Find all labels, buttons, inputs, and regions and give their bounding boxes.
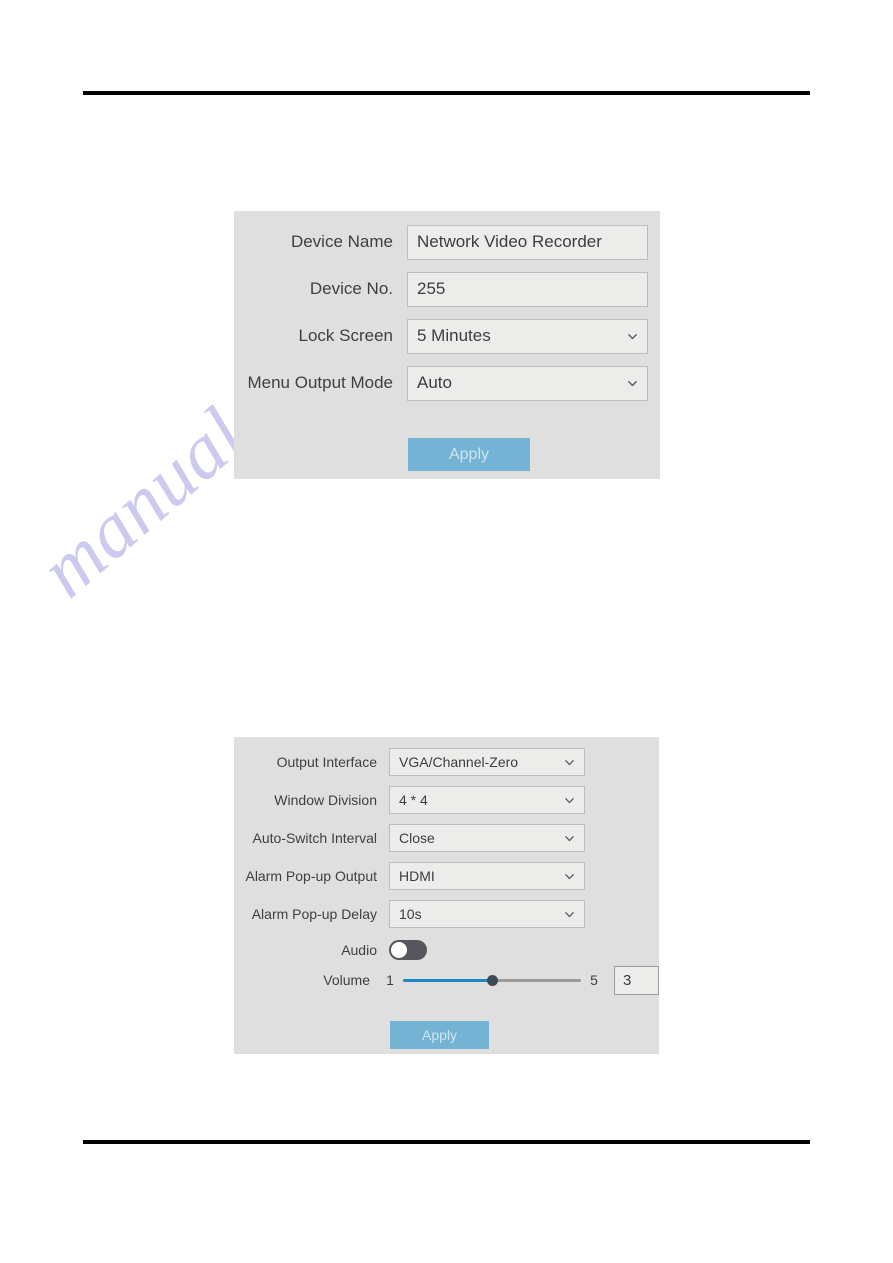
form-row-window-division: Window Division 4 * 4: [234, 781, 659, 819]
volume-slider-thumb[interactable]: [486, 974, 498, 986]
alarm-popup-delay-value: 10s: [399, 906, 422, 922]
form-row-lock-screen: Lock Screen 5 Minutes: [234, 314, 660, 358]
chevron-down-icon: [627, 331, 638, 342]
chevron-down-icon: [564, 795, 575, 806]
device-no-label: Device No.: [309, 279, 393, 298]
lock-screen-select[interactable]: 5 Minutes: [407, 318, 648, 354]
window-division-value: 4 * 4: [399, 792, 428, 808]
form-row-alarm-popup-output: Alarm Pop-up Output HDMI: [234, 857, 659, 895]
chevron-down-icon: [564, 871, 575, 882]
form-row-menu-output-mode: Menu Output Mode Auto: [234, 361, 660, 405]
chevron-down-icon: [564, 909, 575, 920]
lock-screen-value: 5 Minutes: [417, 326, 491, 345]
volume-max-label: 5: [590, 972, 598, 988]
auto-switch-interval-value: Close: [399, 830, 435, 846]
form-row-auto-switch-interval: Auto-Switch Interval Close: [234, 819, 659, 857]
menu-output-mode-value: Auto: [417, 373, 452, 392]
alarm-popup-output-select[interactable]: HDMI: [389, 862, 585, 890]
live-view-apply-button[interactable]: Apply: [390, 1021, 489, 1049]
device-name-label: Device Name: [290, 232, 393, 251]
form-row-output-interface: Output Interface VGA/Channel-Zero: [234, 743, 659, 781]
output-interface-label: Output Interface: [276, 754, 377, 770]
audio-label: Audio: [341, 941, 377, 958]
alarm-popup-output-label: Alarm Pop-up Output: [245, 868, 377, 884]
volume-slider-fill: [403, 978, 492, 982]
volume-min-label: 1: [386, 972, 394, 988]
device-settings-apply-button[interactable]: Apply: [408, 438, 530, 471]
alarm-popup-delay-select[interactable]: 10s: [389, 900, 585, 928]
device-name-input[interactable]: Network Video Recorder: [407, 224, 648, 260]
alarm-popup-output-value: HDMI: [399, 868, 435, 884]
menu-output-mode-select[interactable]: Auto: [407, 365, 648, 401]
output-interface-select[interactable]: VGA/Channel-Zero: [389, 748, 585, 776]
chevron-down-icon: [564, 757, 575, 768]
page-header-rule: [83, 91, 810, 95]
menu-output-mode-label: Menu Output Mode: [247, 373, 393, 392]
auto-switch-interval-label: Auto-Switch Interval: [252, 830, 378, 846]
live-view-settings-panel: Output Interface VGA/Channel-Zero Window…: [234, 737, 659, 1054]
device-no-input[interactable]: 255: [407, 271, 648, 307]
form-row-volume: Volume 1 5 3: [234, 963, 659, 997]
audio-toggle[interactable]: [389, 939, 427, 960]
volume-label: Volume: [323, 972, 370, 988]
window-division-select[interactable]: 4 * 4: [389, 786, 585, 814]
form-row-audio: Audio: [234, 933, 659, 966]
page-footer-rule: [83, 1140, 810, 1144]
form-row-device-name: Device Name Network Video Recorder: [234, 220, 660, 264]
auto-switch-interval-select[interactable]: Close: [389, 824, 585, 852]
form-row-device-no: Device No. 255: [234, 267, 660, 311]
volume-slider-group: 1 5 3: [382, 965, 659, 995]
output-interface-value: VGA/Channel-Zero: [399, 754, 519, 770]
volume-slider[interactable]: [403, 973, 581, 987]
volume-value-input[interactable]: 3: [614, 965, 659, 995]
window-division-label: Window Division: [274, 792, 377, 808]
chevron-down-icon: [627, 378, 638, 389]
alarm-popup-delay-label: Alarm Pop-up Delay: [251, 906, 377, 922]
chevron-down-icon: [564, 833, 575, 844]
form-row-alarm-popup-delay: Alarm Pop-up Delay 10s: [234, 895, 659, 933]
lock-screen-label: Lock Screen: [298, 326, 394, 345]
audio-toggle-knob: [391, 941, 407, 958]
